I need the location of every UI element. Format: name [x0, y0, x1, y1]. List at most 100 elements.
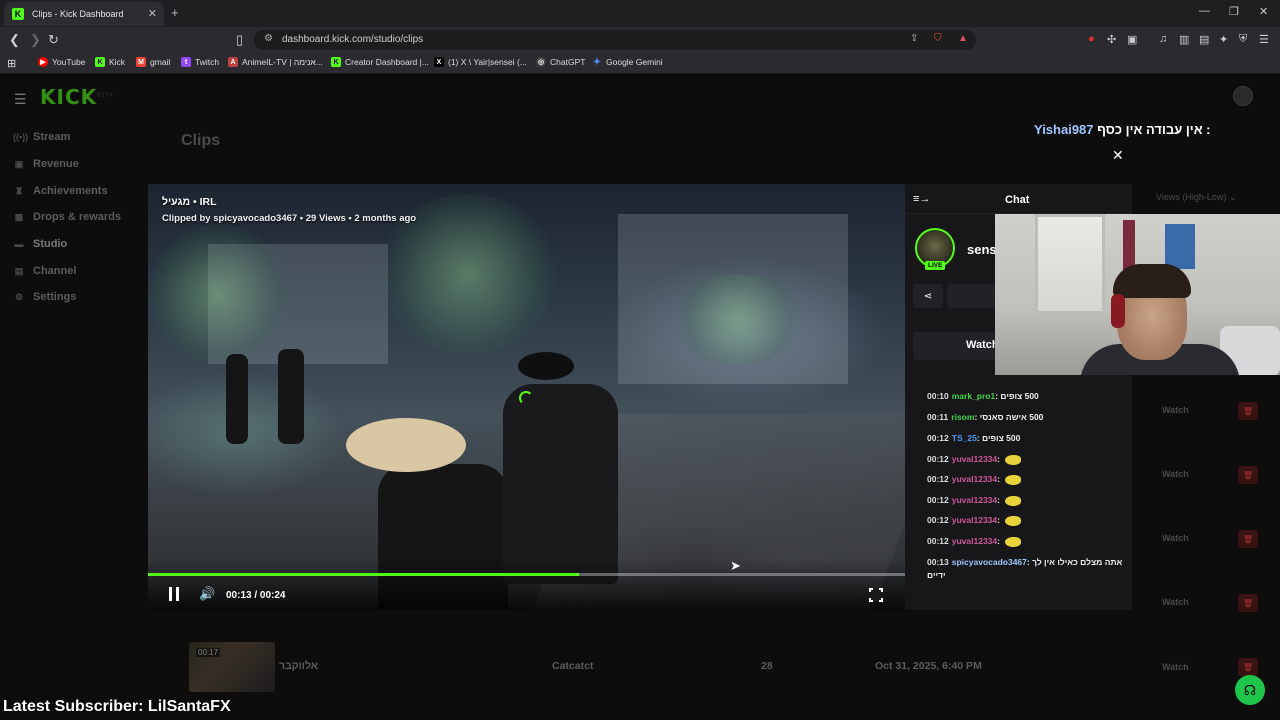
- row-watch-button[interactable]: Watch: [1162, 469, 1189, 479]
- extension-record-icon[interactable]: ●: [1088, 33, 1095, 45]
- watch-channel-button[interactable]: Watch: [913, 332, 1003, 360]
- chat-message: 00:11 risom: 500 אישה סאנסי: [927, 411, 1127, 424]
- chat-emote-icon: [1005, 536, 1022, 547]
- chat-username[interactable]: mark_pro1: [952, 391, 995, 401]
- sidebar-item-achievements[interactable]: ♜ Achievements: [13, 185, 108, 197]
- forward-icon[interactable]: ❯: [30, 32, 41, 48]
- bookmark-creator-dashboard[interactable]: K Creator Dashboard |...: [331, 57, 429, 67]
- screenshot-icon[interactable]: ▣: [1127, 33, 1137, 46]
- sidebar-item-channel[interactable]: ▤ Channel: [13, 265, 77, 277]
- bookmark-x[interactable]: X (1) X \ Yair|sensei (...: [434, 57, 527, 67]
- clip-video-player[interactable]: מגעיל • IRL Clipped by spicyavocado3467 …: [148, 184, 905, 610]
- bookmark-chatgpt[interactable]: ◎ ChatGPT: [536, 57, 585, 67]
- mouse-cursor-icon: ➤: [730, 558, 741, 573]
- clip-thumbnail[interactable]: 00:17: [189, 642, 275, 692]
- row-watch-button[interactable]: Watch: [1162, 597, 1189, 607]
- bookmark-kick[interactable]: K Kick: [95, 57, 125, 67]
- channel-name[interactable]: sens: [967, 242, 997, 257]
- sidebar-item-drops-rewards[interactable]: ▦ Drops & rewards: [13, 211, 121, 223]
- new-tab-icon[interactable]: +: [171, 5, 179, 20]
- bookmark-gemini[interactable]: ✦ Google Gemini: [592, 56, 663, 68]
- share-button[interactable]: ⋖: [913, 284, 943, 308]
- support-chat-button[interactable]: ☊: [1235, 675, 1265, 705]
- clip-title: אלווקבר: [279, 660, 318, 672]
- row-watch-button[interactable]: Watch: [1162, 405, 1189, 415]
- chat-emote-icon: [1005, 515, 1022, 526]
- close-window-icon[interactable]: ✕: [1259, 5, 1268, 18]
- row-delete-icon[interactable]: 🗑: [1238, 594, 1258, 612]
- chat-message: 00:12 yuval12334:: [927, 535, 1127, 548]
- scene-pedestrian: [278, 349, 304, 444]
- sidebar-item-settings[interactable]: ⚙ Settings: [13, 291, 76, 303]
- back-icon[interactable]: ❮: [9, 32, 20, 48]
- site-info-icon[interactable]: ⚙: [264, 33, 273, 44]
- chat-message: 00:10 mark_pro1: 500 צופים: [927, 390, 1127, 403]
- bookmark-twitch[interactable]: t Twitch: [181, 57, 219, 67]
- video-progress-bar[interactable]: [148, 573, 905, 576]
- brave-rewards-icon[interactable]: ▲: [958, 33, 968, 44]
- latest-subscriber-overlay: Latest Subscriber: LilSantaFX: [3, 698, 231, 715]
- scene-pedestrian: [226, 354, 248, 444]
- share-icon[interactable]: ⇪: [910, 33, 918, 44]
- row-watch-button[interactable]: Watch: [1162, 662, 1189, 672]
- bookmark-icon[interactable]: ▯: [236, 32, 243, 48]
- kick-logo[interactable]: KICKBETA: [40, 85, 114, 109]
- chat-separator: :: [997, 495, 1003, 505]
- sidebar-item-revenue[interactable]: ▣ Revenue: [13, 158, 79, 170]
- close-modal-icon[interactable]: ✕: [1112, 147, 1124, 164]
- clip-date: Oct 31, 2025, 6:40 PM: [875, 660, 982, 672]
- chat-username[interactable]: yuval12334: [952, 454, 997, 464]
- minimize-icon[interactable]: —: [1199, 5, 1210, 17]
- chat-username[interactable]: yuval12334: [952, 515, 997, 525]
- clip-duration: 00:17: [196, 648, 221, 657]
- restore-icon[interactable]: ❐: [1229, 5, 1239, 18]
- video-time: 00:13 / 00:24: [226, 590, 286, 601]
- row-delete-icon[interactable]: 🗑: [1238, 658, 1258, 676]
- sort-select[interactable]: Views (High-Low) ⌄: [1156, 192, 1236, 203]
- chat-username[interactable]: spicyavocado3467: [952, 557, 1027, 567]
- chat-username[interactable]: yuval12334: [952, 474, 997, 484]
- volume-icon[interactable]: 🔊: [199, 586, 215, 602]
- media-icon[interactable]: ♫: [1159, 33, 1167, 45]
- brave-shield-icon[interactable]: ⛉: [934, 33, 942, 44]
- user-avatar[interactable]: [1233, 86, 1253, 106]
- chat-username[interactable]: TS_25: [952, 433, 977, 443]
- row-delete-icon[interactable]: 🗑: [1238, 466, 1258, 484]
- address-toolbar: ❮ ❯ ↻ ▯ ⚙ dashboard.kick.com/studio/clip…: [0, 27, 1280, 53]
- wallet-icon[interactable]: ▤: [1199, 33, 1209, 46]
- bookmark-animeil[interactable]: A AnimeIL-TV | אנימה...: [228, 57, 323, 67]
- gemini-icon: ✦: [592, 56, 602, 68]
- scene-cowboy-hat: [346, 418, 466, 472]
- row-watch-button[interactable]: Watch: [1162, 533, 1189, 543]
- bookmark-gmail[interactable]: Mgmail: [136, 57, 170, 67]
- sidebar-toggle-icon[interactable]: ▥: [1179, 33, 1189, 46]
- menu-icon[interactable]: ☰: [1259, 33, 1269, 46]
- chat-message: 00:12 yuval12334:: [927, 494, 1127, 507]
- kick-favicon-icon: K: [12, 8, 24, 20]
- sidebar-item-studio[interactable]: ▬ Studio: [13, 238, 68, 250]
- pause-icon[interactable]: [168, 587, 180, 601]
- chat-username[interactable]: yuval12334: [952, 536, 997, 546]
- url-bar[interactable]: ⚙ dashboard.kick.com/studio/clips ⇪ ⛉ ▲: [254, 30, 976, 50]
- extensions-puzzle-icon[interactable]: ✣: [1107, 33, 1116, 46]
- apps-grid-icon[interactable]: ⊞: [7, 57, 16, 70]
- hamburger-menu-icon[interactable]: ☰: [14, 91, 27, 108]
- row-delete-icon[interactable]: 🗑: [1238, 402, 1258, 420]
- row-delete-icon[interactable]: 🗑: [1238, 530, 1258, 548]
- vpn-shield-icon[interactable]: ⛨: [1239, 33, 1247, 46]
- reload-icon[interactable]: ↻: [48, 32, 59, 48]
- chat-timestamp: 00:13: [927, 557, 949, 567]
- bookmark-youtube[interactable]: ▶ YouTube: [38, 57, 85, 67]
- twitch-icon: t: [181, 57, 191, 67]
- leo-ai-icon[interactable]: ✦: [1219, 33, 1228, 46]
- sidebar-item-stream[interactable]: ((•)) Stream: [13, 131, 70, 143]
- chat-username[interactable]: risom: [951, 412, 974, 422]
- controls-gradient: [148, 560, 905, 610]
- chat-separator: :: [997, 536, 1003, 546]
- close-tab-icon[interactable]: ✕: [148, 7, 157, 20]
- chat-username[interactable]: yuval12334: [952, 495, 997, 505]
- page-title: Clips: [181, 132, 221, 149]
- collapse-chat-icon[interactable]: ≡→: [913, 193, 930, 205]
- browser-tab[interactable]: K Clips - Kick Dashboard ✕: [4, 2, 164, 26]
- fullscreen-icon[interactable]: [869, 588, 883, 602]
